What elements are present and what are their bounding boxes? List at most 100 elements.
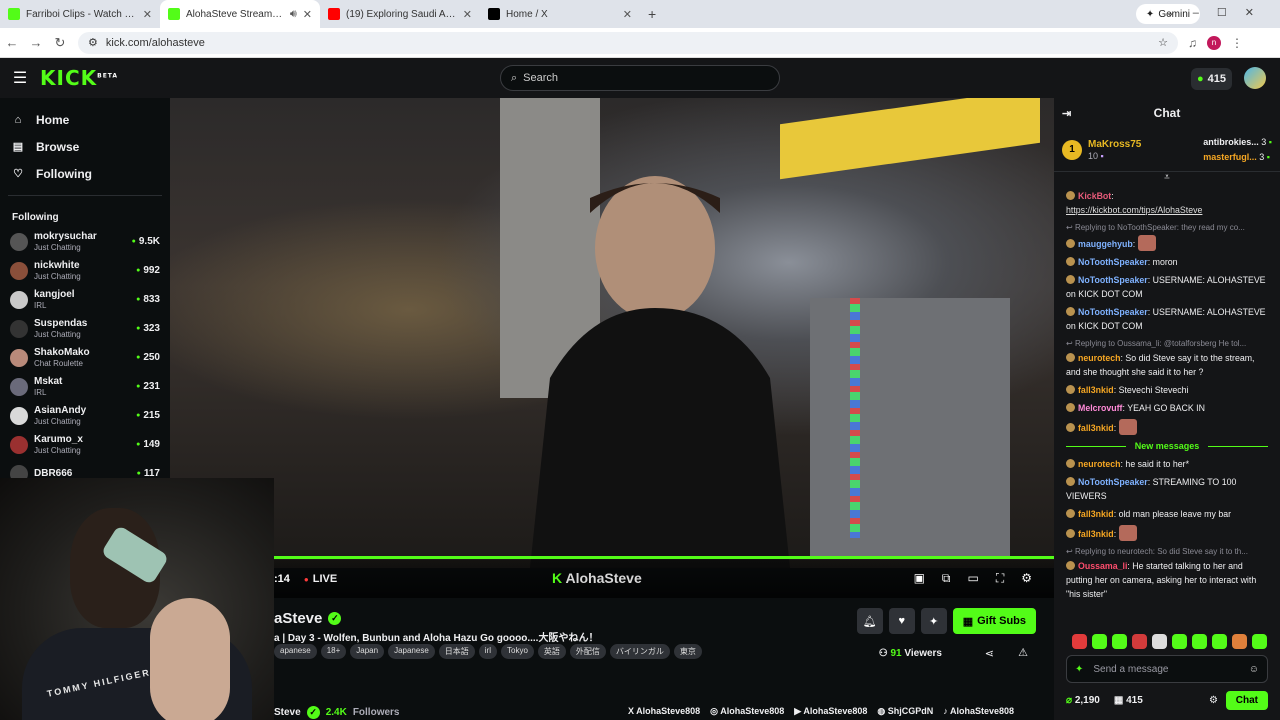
- social-link[interactable]: X AlohaSteve808: [628, 706, 700, 717]
- forward-icon[interactable]: →: [24, 35, 48, 50]
- emote-icon[interactable]: [1072, 634, 1087, 649]
- stream-tag[interactable]: バイリンガル: [609, 644, 670, 659]
- stream-tag[interactable]: 日本語: [438, 644, 475, 659]
- stream-tag[interactable]: 英語: [537, 644, 566, 659]
- emote-icon[interactable]: [1132, 634, 1147, 649]
- leader-second-name[interactable]: antibrokies...: [1203, 137, 1259, 147]
- emote-icon[interactable]: [1232, 634, 1247, 649]
- notification-bell-icon[interactable]: 🔔︎: [856, 608, 883, 634]
- emote-icon[interactable]: [1252, 634, 1267, 649]
- close-tab-icon[interactable]: ✕: [623, 8, 632, 21]
- new-messages-divider[interactable]: New messages: [1066, 439, 1268, 453]
- live-progress-bar[interactable]: [274, 556, 1054, 559]
- emote-icon[interactable]: [1092, 634, 1107, 649]
- chat-username[interactable]: neurotech: [1078, 353, 1121, 363]
- social-link[interactable]: ◍ ShjCGPdN: [877, 706, 933, 717]
- search-input[interactable]: ⌕ Search: [500, 65, 780, 91]
- window-controls[interactable]: ⌄–☐✕: [1166, 6, 1272, 19]
- emote-icon[interactable]: [1112, 634, 1127, 649]
- stream-tag[interactable]: 18+: [320, 644, 347, 659]
- chat-username[interactable]: mauggehyub: [1078, 239, 1133, 249]
- emote-icon[interactable]: [1152, 634, 1167, 649]
- reply-context[interactable]: ↩ Replying to neurotech: So did Steve sa…: [1066, 545, 1268, 559]
- channel-points[interactable]: ⌀ 2,190: [1066, 695, 1100, 706]
- close-tab-icon[interactable]: ✕: [463, 8, 472, 21]
- following-channel[interactable]: ShakoMako Chat Roulette 250: [0, 343, 170, 372]
- stream-tag[interactable]: Japanese: [388, 644, 435, 659]
- reply-context[interactable]: ↩ Replying to NoToothSpeaker: they read …: [1066, 221, 1268, 235]
- back-icon[interactable]: ←: [0, 35, 24, 50]
- close-tab-icon[interactable]: ✕: [303, 8, 312, 21]
- share-icon[interactable]: ⋖: [985, 647, 994, 660]
- emoji-picker-icon[interactable]: ☺: [1249, 664, 1259, 675]
- sidebar-nav-home[interactable]: ⌂ Home: [0, 106, 170, 133]
- gift-subs-button[interactable]: ▦ Gift Subs: [952, 608, 1036, 634]
- social-link[interactable]: ♪ AlohaSteve808: [943, 706, 1014, 717]
- chat-settings-gear-icon[interactable]: ⚙: [1209, 695, 1218, 706]
- chat-username[interactable]: fall3nkid: [1078, 529, 1114, 539]
- collapse-chat-icon[interactable]: ⇥: [1062, 107, 1071, 120]
- streamer-name[interactable]: aSteve ✓: [274, 610, 342, 627]
- gift-balance[interactable]: ▦ 415: [1114, 695, 1143, 706]
- close-tab-icon[interactable]: ✕: [143, 8, 152, 21]
- chat-username[interactable]: fall3nkid: [1078, 385, 1114, 395]
- hamburger-menu-icon[interactable]: ☰: [0, 68, 40, 88]
- video-player[interactable]: [170, 98, 1054, 568]
- browser-tab[interactable]: AlohaSteve Stream - Watch 🔊︎ ✕: [160, 0, 320, 28]
- chat-username[interactable]: NoToothSpeaker: [1078, 275, 1148, 285]
- chat-send-button[interactable]: Chat: [1225, 690, 1268, 710]
- social-link[interactable]: ▶ AlohaSteve808: [794, 706, 867, 717]
- browser-tab[interactable]: Farriboi Clips - Watch Live on K ✕: [0, 0, 160, 28]
- chat-username[interactable]: NoToothSpeaker: [1078, 257, 1148, 267]
- leader-third-name[interactable]: masterfugl...: [1203, 152, 1257, 162]
- sidebar-nav-browse[interactable]: ▤ Browse: [0, 133, 170, 160]
- following-channel[interactable]: AsianAndy Just Chatting 215: [0, 401, 170, 430]
- browser-tab[interactable]: (19) Exploring Saudi Arabia UVI ✕: [320, 0, 480, 28]
- menu-kebab-icon[interactable]: ⋮: [1231, 36, 1243, 50]
- following-channel[interactable]: Mskat IRL 231: [0, 372, 170, 401]
- chat-username[interactable]: NoToothSpeaker: [1078, 477, 1148, 487]
- expand-leaderboard-icon[interactable]: ⩡: [1054, 172, 1280, 183]
- stream-tag[interactable]: apanese: [274, 644, 317, 659]
- url-field[interactable]: ⚙ kick.com/alohasteve ☆: [78, 31, 1178, 54]
- profile-avatar[interactable]: n: [1207, 35, 1221, 50]
- settings-gear-icon[interactable]: ⚙: [1021, 571, 1032, 586]
- stream-tag[interactable]: irl: [478, 644, 497, 659]
- reply-context[interactable]: ↩ Replying to Oussama_li: @totalforsberg…: [1066, 337, 1268, 351]
- chat-username[interactable]: KickBot: [1078, 191, 1111, 201]
- sparkle-icon[interactable]: ✦: [920, 608, 947, 634]
- sidebar-nav-following[interactable]: ♡ Following: [0, 160, 170, 187]
- kicks-balance-button[interactable]: ● 415: [1190, 68, 1232, 90]
- stream-tag[interactable]: 東京: [673, 644, 702, 659]
- kick-logo[interactable]: KICKBETA: [40, 66, 118, 90]
- social-link[interactable]: ◎ AlohaSteve808: [710, 706, 784, 717]
- new-tab-button[interactable]: +: [640, 6, 664, 22]
- following-channel[interactable]: nickwhite Just Chatting 992: [0, 256, 170, 285]
- leader-name[interactable]: MaKross75: [1088, 139, 1141, 151]
- emote-icon[interactable]: [1172, 634, 1187, 649]
- chat-username[interactable]: Melcrovuff: [1078, 403, 1122, 413]
- chat-message-input[interactable]: ✦ Send a message ☺: [1066, 655, 1268, 683]
- browser-tab[interactable]: Home / X ✕: [480, 0, 640, 28]
- chat-link[interactable]: https://kickbot.com/tips/AlohaSteve: [1066, 205, 1202, 215]
- picture-in-picture-webcam[interactable]: TOMMY HILFIGER: [0, 478, 274, 720]
- chat-username[interactable]: fall3nkid: [1078, 509, 1114, 519]
- fullscreen-icon[interactable]: ⛶: [996, 571, 1004, 586]
- chat-username[interactable]: NoToothSpeaker: [1078, 307, 1148, 317]
- following-channel[interactable]: mokrysuchar Just Chatting 9.5K: [0, 227, 170, 256]
- stream-tag[interactable]: Japan: [350, 644, 385, 659]
- chat-username[interactable]: neurotech: [1078, 459, 1121, 469]
- emote-icon[interactable]: [1212, 634, 1227, 649]
- emote-icon[interactable]: [1192, 634, 1207, 649]
- following-channel[interactable]: Karumo_x Just Chatting 149: [0, 430, 170, 459]
- following-channel[interactable]: kangjoel IRL 833: [0, 285, 170, 314]
- clip-icon[interactable]: ⧉: [942, 571, 951, 586]
- stream-tag[interactable]: Tokyo: [501, 644, 534, 659]
- site-info-icon[interactable]: ⚙: [88, 36, 98, 49]
- bookmark-star-icon[interactable]: ☆: [1158, 36, 1168, 49]
- chat-username[interactable]: Oussama_li: [1078, 561, 1127, 571]
- media-control-icon[interactable]: ♫: [1188, 36, 1197, 50]
- report-icon[interactable]: ⚠: [1018, 646, 1028, 659]
- chat-username[interactable]: fall3nkid: [1078, 423, 1114, 433]
- user-avatar[interactable]: [1244, 67, 1266, 89]
